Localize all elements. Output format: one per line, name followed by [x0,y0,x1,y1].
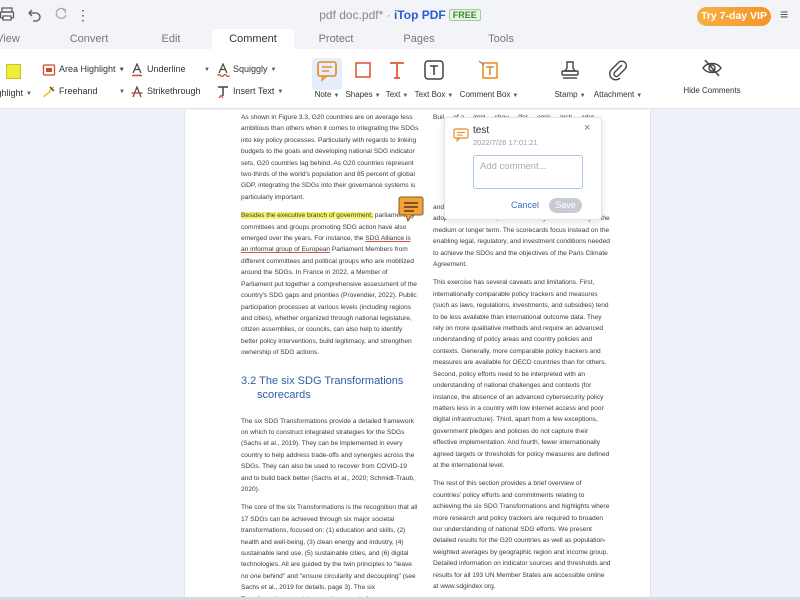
comment-timestamp: 2022/7/26 17:01:21 [473,138,538,147]
section-heading: 3.2 The six SDG Transformations scorecar… [241,374,404,401]
insert-text-dropdown-icon[interactable]: ▼ [277,89,283,95]
squiggly-icon [216,62,230,77]
tab-comment[interactable]: Comment [212,29,294,49]
paragraph: The core of the six Transformations is t… [241,504,418,600]
note-dropdown-icon[interactable]: ▼ [333,93,339,99]
strikethrough-tool[interactable]: Strikethrough [130,84,201,98]
insert-text-icon [216,85,230,99]
attachment-dropdown-icon[interactable]: ▼ [636,93,642,99]
comment-popup: test 2022/7/26 17:01:21 × Cancel Save [444,117,602,220]
note-icon [315,58,339,82]
app-name: iTop PDF [393,8,446,22]
area-highlight-icon [42,63,56,77]
doc-name: pdf doc.pdf* [319,8,384,22]
comment-box-dropdown-icon[interactable]: ▼ [512,93,518,99]
area-highlight-tool[interactable]: Area Highlight ▼ [42,62,124,76]
text-icon [385,58,409,82]
paragraph-annotated: Besides the executive branch of governme… [241,212,417,357]
shapes-icon [351,58,375,82]
tab-pages[interactable]: Pages [395,29,443,49]
freehand-tool[interactable]: Freehand [42,84,98,98]
squiggly-tool[interactable]: Squiggly ▼ [216,62,277,77]
attachment-icon [606,58,630,82]
stamp-icon [558,58,582,82]
highlight-swatch-icon[interactable] [6,64,21,79]
insert-text-tool[interactable]: Insert Text ▼ [216,84,283,98]
tab-protect[interactable]: Protect [308,29,364,49]
cancel-button[interactable]: Cancel [511,200,539,210]
vertical-scrollbar[interactable] [795,110,800,598]
text-box-icon [422,58,446,82]
underline-tool[interactable]: Underline [130,62,186,76]
note-annotation-icon[interactable] [398,196,424,223]
close-icon[interactable]: × [584,122,590,134]
comment-box-icon [477,58,501,82]
squiggly-dropdown-icon[interactable]: ▼ [271,67,277,73]
document-title: pdf doc.pdf* · iTop PDF FREE [0,8,800,22]
save-button[interactable]: Save [549,198,582,213]
highlight-tool[interactable]: Highlight▼ [0,86,32,100]
window-menu-icon[interactable]: ≡ [780,6,788,22]
tab-edit[interactable]: Edit [148,29,194,49]
comment-author: test [473,125,490,136]
strikethrough-icon [130,85,144,99]
text-dropdown-icon[interactable]: ▼ [402,93,408,99]
title-bar: ⋮ pdf doc.pdf* · iTop PDF FREE Try 7-day … [0,0,800,30]
paragraph: As shown in Figure 3.3, G20 countries ar… [241,114,419,201]
underline-dropdown-icon[interactable]: ▼ [116,62,125,76]
text-box-dropdown-icon[interactable]: ▼ [447,93,453,99]
comment-input[interactable] [473,155,583,189]
shapes-dropdown-icon[interactable]: ▼ [375,93,381,99]
underline-icon [130,62,144,77]
left-column: As shown in Figure 3.3, G20 countries ar… [241,112,419,600]
freehand-icon [42,85,56,99]
stamp-dropdown-icon[interactable]: ▼ [580,93,586,99]
eye-slash-icon [700,56,724,80]
free-badge: FREE [448,9,481,21]
try-vip-button[interactable]: Try 7-day VIP [697,7,771,26]
tab-bar: View Convert Edit Comment Protect Pages … [0,29,800,49]
comment-note-icon [453,128,469,143]
squiggly-left-dropdown-icon[interactable]: ▼ [201,62,210,76]
highlight-dropdown-icon[interactable]: ▼ [26,91,32,97]
title-separator: · [383,8,394,22]
paragraph: This exercise has several caveats and li… [433,279,610,469]
paragraph: The six SDG Transformations provide a de… [241,417,415,493]
paragraph: The rest of this section provides a brie… [433,480,611,590]
highlighted-text[interactable]: Besides the executive branch of governme… [241,212,373,220]
tab-tools[interactable]: Tools [479,29,523,49]
strikethrough-dropdown-icon[interactable]: ▼ [116,84,125,98]
tab-view[interactable]: View [0,29,30,49]
tab-convert[interactable]: Convert [60,29,118,49]
